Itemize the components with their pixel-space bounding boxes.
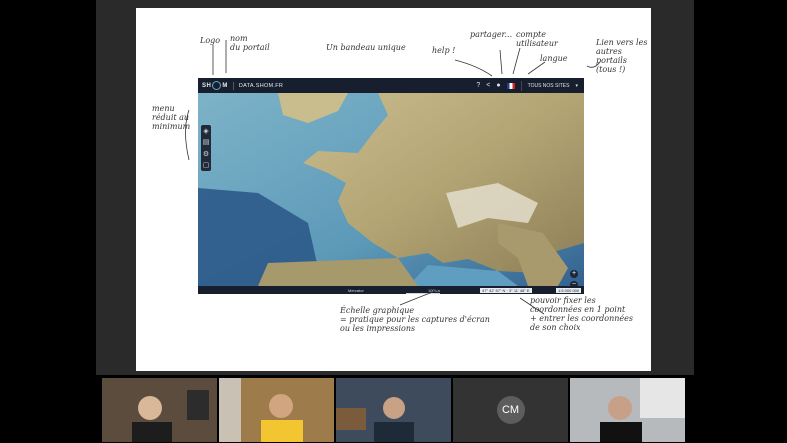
annotation-scale: Échelle graphique = pratique pour les ca… bbox=[340, 306, 490, 333]
annotation-share: partager... bbox=[470, 30, 513, 39]
annotation-strokes bbox=[185, 40, 601, 315]
annotation-help: help ! bbox=[432, 46, 456, 55]
participant-video-5[interactable] bbox=[570, 378, 685, 442]
participant-video-3[interactable] bbox=[336, 378, 451, 442]
annotation-language: langue bbox=[540, 54, 568, 63]
annotation-links: Lien vers les autres portails (tous !) bbox=[596, 38, 648, 74]
annotation-coordinates: pouvoir fixer les coordonnées en 1 point… bbox=[530, 296, 633, 332]
annotation-logo: Logo bbox=[200, 36, 221, 45]
participant-avatar: CM bbox=[496, 396, 525, 424]
annotation-portal-name: nom du portail bbox=[230, 34, 270, 52]
annotation-banner: Un bandeau unique bbox=[326, 43, 406, 52]
participant-tile-initials[interactable]: CM bbox=[453, 378, 568, 442]
participant-video-2[interactable] bbox=[219, 378, 334, 442]
participant-video-1[interactable] bbox=[102, 378, 217, 442]
annotation-menu: menu réduit au minimum bbox=[152, 104, 191, 131]
annotation-account: compte utilisateur bbox=[516, 30, 558, 48]
